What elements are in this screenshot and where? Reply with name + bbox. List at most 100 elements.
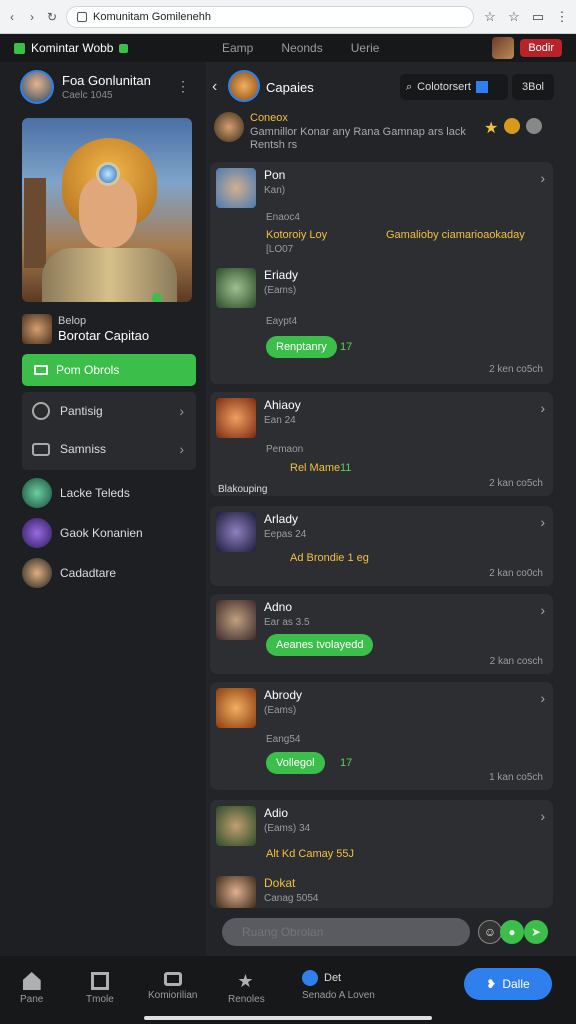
reply-pill[interactable]: Aeanes tvolayedd — [266, 634, 374, 656]
card-name: Ahiaoy — [264, 398, 301, 412]
top-nav-item[interactable]: Uerie — [351, 41, 380, 55]
browser-toolbar: ‹ › ↻ Komunitam Gomilenehh ☆ ☆ ▭ ⋮ — [0, 0, 576, 34]
chevron-right-icon[interactable]: › — [540, 400, 545, 416]
top-nav-item[interactable]: Eamp — [222, 41, 253, 55]
count: 11 — [340, 462, 352, 474]
chevron-right-icon[interactable]: › — [540, 690, 545, 706]
chat-card[interactable]: › Pon Kan) Enaoc4 Kotoroiy Loy Gamalioby… — [210, 162, 553, 384]
chevron-right-icon[interactable]: › — [540, 808, 545, 824]
url-bar[interactable]: Komunitam Gomilenehh — [66, 5, 474, 28]
chat-card[interactable]: › Abrody (Eams) Eang54 Vollegol 17 1 kan… — [210, 682, 553, 790]
list-item-label: Gaok Konanien — [60, 526, 143, 540]
sidebar-item-label: Pantisig — [60, 404, 103, 418]
coin-icon[interactable] — [504, 118, 521, 134]
clock-icon — [32, 402, 50, 420]
top-nav-item[interactable]: Neonds — [281, 41, 322, 55]
card-sub: Ear as 3.5 — [264, 617, 310, 628]
gear-icon[interactable] — [526, 118, 543, 134]
back-arrow-icon[interactable]: ‹ — [212, 78, 217, 96]
star-icon[interactable]: ★ — [484, 118, 498, 138]
card-message: Ad Brondie 1 eg — [290, 552, 369, 564]
sidebar-profile[interactable]: Foa Gonlunitan Caelc 1045 — [20, 70, 151, 104]
list-item-label: Cadadtare — [60, 566, 117, 580]
bottom-nav-item-community[interactable]: Komiorilian — [148, 956, 197, 1001]
primary-button[interactable]: Pom Obrols — [22, 354, 196, 386]
star-icon[interactable]: ☆ — [482, 9, 498, 25]
profile-sub: Caelc 1045 — [62, 90, 113, 101]
card-name: Pon — [264, 168, 286, 182]
emoji-icon[interactable]: ☺ — [478, 920, 502, 944]
brand-logo-icon — [14, 42, 25, 54]
chevron-right-icon: › — [179, 403, 184, 419]
bottom-profile[interactable]: Det Senado A Loven — [302, 970, 375, 1001]
card-footer: Blakouping — [218, 484, 268, 495]
chevron-right-icon[interactable]: › — [540, 170, 545, 186]
card-sub: (Eams) 34 — [264, 823, 311, 834]
card-header: Arlady Eepas 24 — [216, 512, 306, 552]
chat-input[interactable] — [222, 918, 470, 946]
sidebar-item-pantisig[interactable]: Pantisig › — [22, 392, 196, 430]
chat-card[interactable]: › Arlady Eepas 24 Ad Brondie 1 eg 2 kan … — [210, 506, 553, 586]
avatar — [228, 70, 260, 102]
captain-card[interactable]: Belop Borotar Capitao — [22, 314, 149, 344]
card-label: Enaoc4 — [266, 212, 300, 223]
chat-card[interactable]: › Adio (Eams) 34 Alt Kd Camay 55J Dokat … — [210, 800, 553, 908]
star-icon: ★ — [237, 971, 254, 991]
timestamp: 2 kan cosch — [489, 656, 543, 667]
bottom-nav-item-home[interactable]: Pane — [20, 956, 43, 1005]
grid-icon — [34, 365, 48, 375]
reload-icon[interactable]: ↻ — [46, 10, 58, 24]
card-header: Ahiaoy Ean 24 — [216, 398, 301, 438]
header-button[interactable]: 3Bol — [512, 74, 554, 100]
chat-card[interactable]: › Adno Ear as 3.5 Aeanes tvolayedd 2 kan… — [210, 594, 553, 674]
reply-pill[interactable]: Renptanry — [266, 336, 337, 358]
avatar — [20, 70, 54, 104]
sidebar-item-label: Samniss — [60, 442, 107, 456]
sub-description: Gamnillor Konar any Rana Gamnap ars lack… — [250, 126, 466, 151]
hero-image — [22, 118, 192, 302]
sidebar-item-samniss[interactable]: Samniss › — [22, 430, 196, 468]
hero-tower — [24, 178, 46, 268]
search-button[interactable]: ⌕ Colotorsert — [400, 74, 508, 100]
bottom-nav-label: Komiorilian — [148, 990, 198, 1001]
avatar — [216, 806, 256, 846]
cta-button[interactable]: ❥ Dalle — [464, 968, 552, 1000]
tab-icon[interactable]: ▭ — [530, 9, 546, 25]
top-nav: Eamp Neonds Uerie — [222, 41, 379, 55]
user-avatar[interactable] — [492, 37, 515, 59]
list-item[interactable]: Gaok Konanien — [22, 518, 143, 548]
user-badge[interactable]: Bodir — [520, 39, 562, 57]
card-label: Pemaon — [266, 444, 304, 455]
send-icon[interactable]: ➤ — [524, 920, 548, 944]
bottom-nav-item-table[interactable]: Tmole — [86, 956, 114, 1005]
card-sub: Canag 5054 — [264, 893, 319, 904]
card-sub: Kan) — [264, 185, 286, 196]
forward-arrow-icon[interactable]: › — [26, 10, 38, 24]
chevron-right-icon[interactable]: › — [540, 602, 545, 618]
profile-name: Foa Gonlunitan — [62, 73, 151, 88]
community-icon — [163, 972, 182, 986]
list-item[interactable]: Cadadtare — [22, 558, 116, 588]
more-options-icon[interactable]: ⋮ — [176, 78, 190, 95]
card-label: [LO07 — [266, 244, 294, 255]
card-label: Eang54 — [266, 734, 301, 745]
sidebar-menu: Pantisig › Samniss › — [22, 392, 196, 470]
list-item-label: Lacke Teleds — [60, 486, 130, 500]
brand[interactable]: Komintar Wobb — [14, 41, 129, 55]
user-area: Bodir — [492, 37, 562, 59]
count: 17 — [340, 341, 353, 353]
mic-icon[interactable]: ● — [500, 920, 524, 944]
reply-pill[interactable]: Vollegol — [266, 752, 325, 774]
chat-card[interactable]: › Ahiaoy Ean 24 Pemaon Rel Mame 11 Blako… — [210, 392, 553, 496]
extension-icon[interactable]: ☆ — [506, 9, 522, 25]
list-item[interactable]: Lacke Teleds — [22, 478, 130, 508]
menu-dots-icon[interactable]: ⋮ — [554, 9, 570, 25]
bottom-nav-label: Pane — [20, 994, 44, 1005]
chevron-right-icon[interactable]: › — [540, 514, 545, 530]
avatar — [302, 970, 318, 986]
home-indicator[interactable] — [144, 1016, 432, 1020]
chat-header: ‹ Capaies ⌕ Colotorsert 3Bol Coneox Gamn… — [206, 62, 576, 162]
back-arrow-icon[interactable]: ‹ — [6, 10, 18, 24]
bottom-nav-item-roles[interactable]: ★ Renoles — [228, 956, 265, 1005]
captain-name: Borotar Capitao — [58, 328, 150, 343]
